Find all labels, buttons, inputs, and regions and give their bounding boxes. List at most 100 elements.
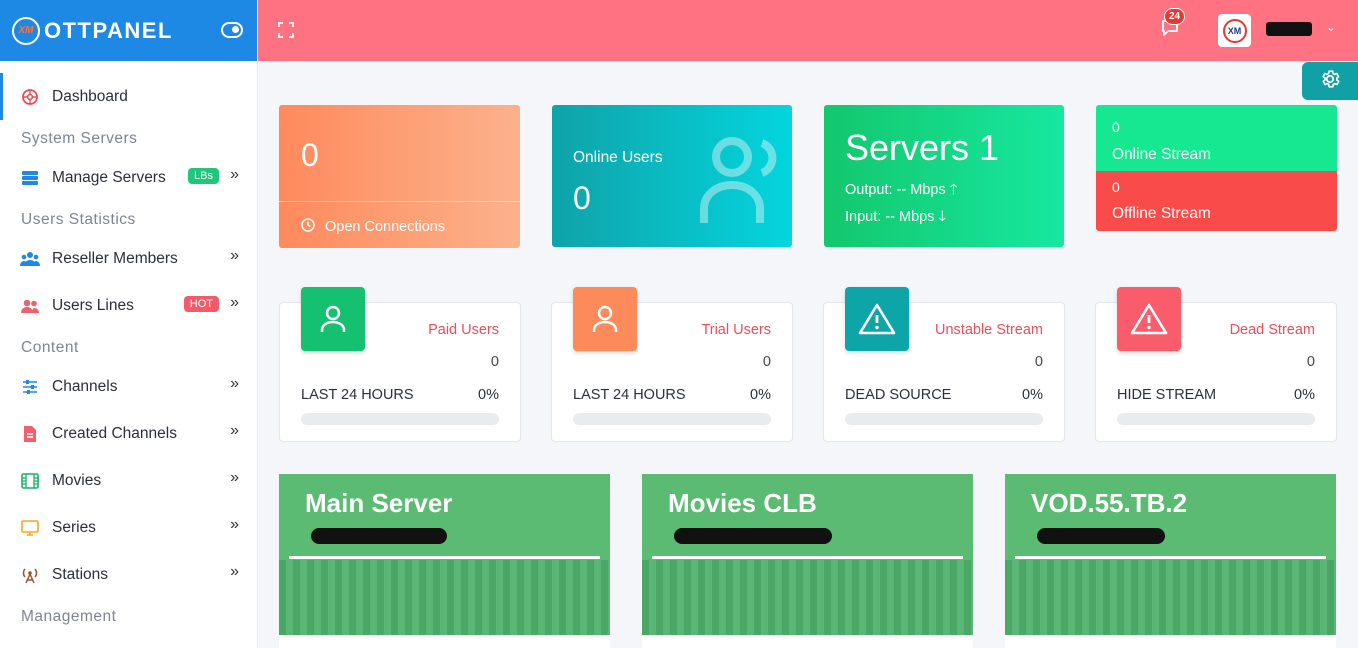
sidebar-item-reseller-members[interactable]: Reseller Members » [0,235,257,282]
sidebar-item-manage-servers[interactable]: Manage Servers LBs » [0,154,257,201]
online-stream-value: 0 [1112,119,1120,135]
servers-card[interactable]: Servers 1 Output: -- Mbps 🡑 Input: -- Mb… [824,105,1064,247]
chevron-right-icon: » [230,469,239,486]
sidebar-item-dashboard[interactable]: Dashboard [0,73,257,120]
sidebar-toggle-icon[interactable] [221,22,243,38]
chevron-right-icon: » [230,247,239,264]
nav-section-title: Management [21,608,117,625]
online-stream-label: Online Stream [1112,146,1212,163]
sidebar-item-channels[interactable]: Channels » [0,363,257,410]
server-chart-area [1005,560,1336,635]
stat-count: 0 [1034,354,1043,370]
server-name: Movies CLB [668,488,817,518]
online-stream-card[interactable]: 0 Online Stream [1096,105,1337,171]
progress-bar [845,413,1043,425]
sidebar-item-label: Reseller Members [52,249,178,267]
unstable-stream-card[interactable]: Unstable Stream 0 DEAD SOURCE 0% [823,287,1065,442]
nav-section-title: Users Statistics [21,211,136,228]
settings-button[interactable] [1302,62,1358,100]
brand-logo[interactable]: XM OTTPANEL [12,16,173,45]
trial-users-card[interactable]: Trial Users 0 LAST 24 HOURS 0% [551,287,793,442]
server-panel-main[interactable]: Main Server [279,474,610,648]
offline-stream-card[interactable]: 0 Offline Stream [1096,171,1337,231]
server-panel-footer [1005,635,1336,648]
servers-icon [20,168,40,188]
stat-footer-label: HIDE STREAM [1117,387,1217,403]
dashboard-icon [20,87,40,107]
arrow-up-icon: 🡑 [949,182,958,198]
sidebar-item-label: Users Lines [52,296,134,314]
sidebar-item-series[interactable]: Series » [0,504,257,551]
server-panel-footer [279,635,610,648]
file-icon [20,424,40,444]
avatar[interactable]: XM [1218,14,1251,47]
sidebar: XM OTTPANEL Dashboard System Servers Man… [0,0,258,648]
server-address-redacted [1037,528,1165,544]
brand-logo-mark: XM [12,16,40,45]
open-connections-value: 0 [301,137,319,173]
server-panel-movies-clb[interactable]: Movies CLB [642,474,973,648]
sidebar-item-created-channels[interactable]: Created Channels » [0,410,257,457]
sidebar-item-label: Manage Servers [52,168,166,186]
chevron-right-icon: » [230,166,239,183]
chevron-right-icon: » [230,294,239,311]
server-panel-vod[interactable]: VOD.55.TB.2 [1005,474,1336,648]
users-icon [20,296,40,316]
divider [652,556,963,559]
brand-name: OTTPANEL [44,17,173,43]
stat-footer-value: 0% [478,387,499,403]
stat-footer-label: LAST 24 HOURS [573,387,686,403]
sidebar-item-movies[interactable]: Movies » [0,457,257,504]
users-icon [698,131,792,227]
chevron-right-icon: » [230,563,239,580]
online-users-label: Online Users [573,149,663,166]
progress-bar [301,413,499,425]
user-icon [301,287,365,351]
broadcast-icon [20,565,40,585]
avatar-mark: XM [1222,18,1247,43]
chevron-right-icon: » [230,516,239,533]
sidebar-item-users-lines[interactable]: Users Lines HOT » [0,282,257,329]
nav-section-title: Content [21,339,79,356]
film-icon [20,471,40,491]
open-connections-footer: Open Connections [301,218,445,236]
dead-stream-card[interactable]: Dead Stream 0 HIDE STREAM 0% [1095,287,1337,442]
progress-bar [573,413,771,425]
stat-footer-label: LAST 24 HOURS [301,387,414,403]
paid-users-card[interactable]: Paid Users 0 LAST 24 HOURS 0% [279,287,521,442]
arrow-down-icon: 🡓 [938,209,947,225]
sidebar-item-stations[interactable]: Stations » [0,551,257,598]
stat-footer-label: DEAD SOURCE [845,387,952,403]
online-users-card[interactable]: Online Users 0 [552,105,792,247]
sidebar-item-label: Dashboard [52,87,128,105]
stat-title: Unstable Stream [935,322,1043,338]
notification-count-badge: 24 [1164,8,1186,25]
user-icon [573,287,637,351]
fullscreen-icon[interactable] [278,22,294,38]
sidebar-item-label: Channels [52,377,118,395]
server-name: Main Server [305,488,453,518]
warning-icon [845,287,909,351]
server-chart-area [642,560,973,635]
divider [279,201,520,202]
chevron-right-icon: » [230,375,239,392]
warning-icon [1117,287,1181,351]
offline-stream-value: 0 [1112,179,1120,195]
servers-input: Input: -- Mbps 🡓 [845,206,946,231]
chevron-down-icon[interactable]: ⌄ [1326,20,1336,34]
servers-output-text: Output: -- Mbps [845,182,946,198]
servers-input-text: Input: -- Mbps [845,209,935,225]
username-redacted[interactable] [1266,22,1312,36]
stat-title: Paid Users [428,322,499,338]
open-connections-card[interactable]: 0 Open Connections [279,105,520,248]
online-users-value: 0 [573,180,591,216]
sliders-icon [20,377,40,397]
servers-count: Servers 1 [845,127,1000,168]
stat-count: 0 [762,354,771,370]
users-group-icon [20,249,40,269]
stat-count: 0 [1306,354,1315,370]
stat-count: 0 [490,354,499,370]
sidebar-item-label: Movies [52,471,102,489]
hot-badge: HOT [183,296,219,312]
server-address-redacted [674,528,832,544]
